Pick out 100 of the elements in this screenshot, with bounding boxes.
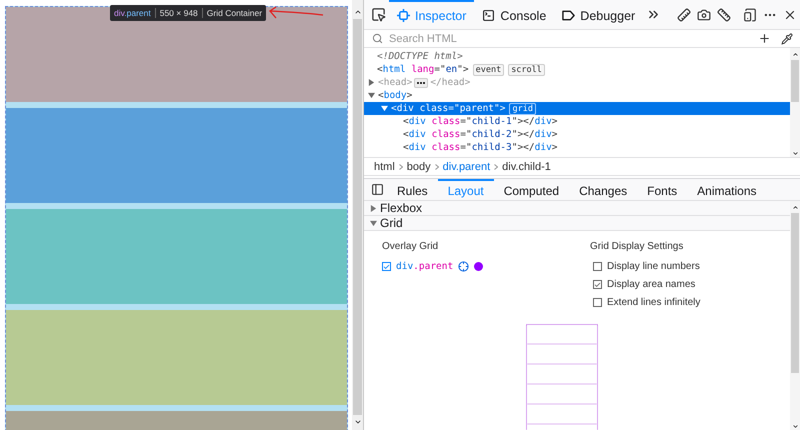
section-header[interactable]: Grid: [364, 216, 790, 231]
markup-text: <: [403, 142, 409, 153]
sidebar-tab[interactable]: Rules: [387, 179, 438, 200]
markup-text: div: [396, 103, 414, 114]
markup-text: <: [403, 129, 409, 140]
markup-text: =": [448, 103, 460, 114]
twisty-icon: [370, 204, 377, 212]
scroll-down-icon[interactable]: [354, 418, 362, 426]
checkbox[interactable]: [382, 262, 391, 271]
markup-text: div: [534, 142, 552, 153]
highlight-node-icon[interactable]: [458, 261, 470, 272]
markup-text: html: [382, 64, 406, 75]
markup-line[interactable]: <!DOCTYPE html>: [364, 50, 790, 63]
breadcrumb[interactable]: div.child-1: [502, 160, 551, 172]
arrow-annotation: [268, 6, 324, 20]
console-icon: [482, 9, 496, 22]
markup-text: <head>: [378, 77, 412, 88]
search-icon: [372, 33, 383, 44]
devtools-tab[interactable]: Console: [474, 0, 554, 29]
scroll-down-icon[interactable]: [792, 423, 798, 430]
markup-badge[interactable]: scroll: [508, 64, 545, 76]
sidebar-tab[interactable]: Fonts: [637, 179, 688, 200]
markup-text: class: [430, 142, 460, 153]
twisty-icon[interactable]: [368, 92, 375, 99]
markup-line[interactable]: <html lang="en"> event scroll: [364, 63, 790, 76]
markup-text: <: [377, 64, 383, 75]
markup-text: </head>: [430, 77, 470, 88]
checkbox[interactable]: [593, 298, 602, 307]
markup-badge[interactable]: event: [472, 64, 504, 76]
option-label: Extend lines infinitely: [607, 297, 700, 308]
markup-text: body: [384, 90, 407, 101]
markup-text: div: [408, 142, 426, 153]
sidebar-tab[interactable]: Computed: [494, 179, 570, 200]
markup-text: <: [403, 116, 409, 127]
markup-line[interactable]: <div class="child-1"></div>: [364, 115, 790, 128]
scrollbar[interactable]: [352, 0, 363, 430]
checkbox[interactable]: [593, 262, 602, 271]
color-swatch[interactable]: [474, 262, 484, 271]
markup-text: <: [391, 103, 397, 114]
markup-text: en: [446, 64, 458, 75]
chevron-icon: [398, 164, 403, 170]
debugger-icon: [562, 10, 576, 21]
markup-text: "></: [512, 116, 535, 127]
markup-text: child-2: [472, 129, 512, 140]
markup-text: <!DOCTYPE html>: [377, 51, 463, 62]
markup-text: =": [434, 64, 446, 75]
twisty-icon[interactable]: [381, 105, 388, 112]
section-heading: Grid Display Settings: [590, 241, 684, 252]
markup-text: div: [408, 116, 426, 127]
size-text: 550 × 948: [160, 8, 198, 18]
markup-line[interactable]: <div class="child-2"></div>: [364, 128, 790, 141]
checkbox[interactable]: [593, 280, 602, 289]
selector-text: div.parent: [114, 8, 151, 18]
scrollbar[interactable]: [790, 201, 800, 430]
markup-text: lang: [410, 64, 434, 75]
option-label: Display area names: [607, 279, 696, 290]
markup-text: ">: [457, 64, 469, 75]
ellipsis-icon[interactable]: [414, 78, 428, 88]
markup-text: "></: [512, 129, 535, 140]
markup-text: >: [552, 129, 558, 140]
markup-text: child-1: [472, 116, 512, 127]
scroll-up-icon[interactable]: [792, 204, 798, 211]
markup-text: >: [406, 90, 412, 101]
markup-line[interactable]: <body>: [364, 89, 790, 102]
markup-text: =": [460, 142, 472, 153]
section-header[interactable]: Flexbox: [364, 201, 790, 216]
markup-text: >: [552, 142, 558, 153]
sidebar-tab[interactable]: Changes: [569, 179, 638, 200]
devtools-tab[interactable]: Debugger: [554, 0, 644, 29]
markup-text: class: [430, 116, 460, 127]
markup-text: child-3: [472, 142, 512, 153]
markup-line[interactable]: <div class="child-3"></div>: [364, 141, 790, 154]
markup-text: ">: [494, 103, 506, 114]
markup-text: div: [408, 129, 426, 140]
scroll-down-icon[interactable]: [792, 150, 798, 157]
container-kind-text: Grid Container: [206, 8, 262, 18]
chevron-icon: [494, 164, 498, 170]
search-field[interactable]: Search HTML: [387, 32, 751, 46]
markup-text: class: [418, 103, 448, 114]
markup-text: div: [534, 129, 552, 140]
markup-text: parent: [460, 103, 494, 114]
markup-text: "></: [512, 142, 535, 153]
breadcrumb[interactable]: div.parent: [442, 160, 490, 172]
markup-text: <: [378, 90, 384, 101]
chevron-icon: [434, 164, 439, 170]
sidebar-tab[interactable]: Animations: [687, 179, 767, 200]
twisty-icon: [370, 220, 377, 226]
scrollbar[interactable]: [790, 48, 800, 157]
section-heading: Overlay Grid: [382, 241, 440, 252]
twisty-icon[interactable]: [368, 79, 375, 86]
scroll-up-icon[interactable]: [354, 8, 362, 16]
markup-text: >: [552, 116, 558, 127]
breadcrumb[interactable]: body: [406, 160, 431, 172]
breadcrumb[interactable]: html: [374, 160, 395, 172]
inspector-icon: [397, 9, 410, 22]
grid-selector: div.parent: [396, 261, 454, 272]
markup-text: =": [460, 116, 472, 127]
scroll-up-icon[interactable]: [792, 51, 798, 58]
markup-badge[interactable]: grid: [509, 102, 536, 114]
option-label: Display line numbers: [607, 261, 700, 272]
